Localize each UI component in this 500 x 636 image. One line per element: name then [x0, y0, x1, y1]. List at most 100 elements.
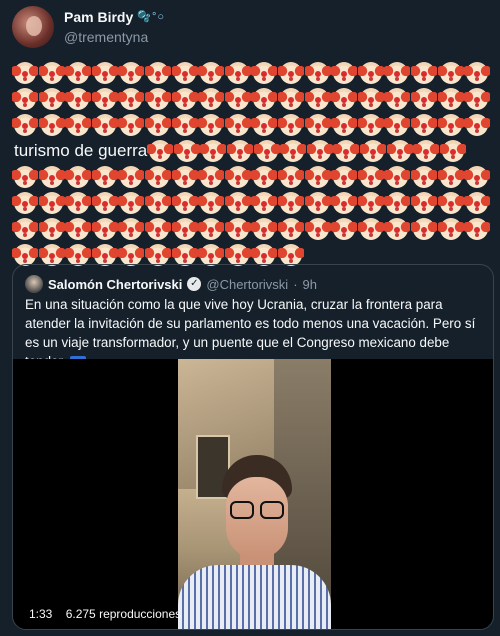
clown-face-icon	[118, 114, 145, 136]
clown-face-icon	[38, 192, 65, 214]
clown-face-icon	[65, 88, 92, 110]
clown-face-icon	[357, 192, 384, 214]
clown-face-icon	[12, 62, 38, 84]
clown-face-icon	[410, 192, 437, 214]
clown-face-icon	[171, 166, 198, 188]
clown-face-icon	[359, 140, 386, 162]
clown-face-icon	[384, 114, 411, 136]
quoted-tweet-time[interactable]: 9h	[303, 277, 317, 292]
clown-face-icon	[38, 166, 65, 188]
clown-face-icon	[304, 114, 331, 136]
clown-face-icon	[277, 88, 304, 110]
clown-face-icon	[171, 88, 198, 110]
clown-face-icon	[38, 114, 65, 136]
meta-separator: ·	[293, 276, 298, 292]
clown-face-icon	[384, 218, 411, 240]
author-display-name[interactable]: Pam Birdy	[64, 7, 133, 27]
emoji-row	[12, 216, 491, 242]
clown-face-icon	[65, 62, 92, 84]
clown-face-icon	[464, 192, 491, 214]
clown-face-icon	[437, 114, 464, 136]
quoted-tweet[interactable]: Salomón Chertorivski ✓ @Chertorivski · 9…	[12, 264, 494, 630]
clown-face-icon	[38, 218, 65, 240]
clown-face-icon	[12, 192, 38, 214]
clown-face-icon	[251, 166, 278, 188]
clown-face-icon	[277, 244, 304, 266]
clown-face-icon	[91, 88, 118, 110]
clown-face-icon	[171, 244, 198, 266]
clown-face-icon	[12, 166, 38, 188]
clown-face-icon	[251, 114, 278, 136]
emoji-row	[12, 112, 491, 138]
author-handle[interactable]: @trementyna	[64, 27, 165, 47]
clown-face-icon	[91, 244, 118, 266]
clown-face-icon	[198, 88, 225, 110]
clown-face-icon	[410, 114, 437, 136]
quoted-tweet-header: Salomón Chertorivski ✓ @Chertorivski · 9…	[25, 275, 317, 293]
clown-face-icon	[198, 192, 225, 214]
clown-face-icon	[91, 192, 118, 214]
clown-face-icon	[410, 88, 437, 110]
clown-face-icon	[437, 88, 464, 110]
clown-face-icon	[464, 166, 491, 188]
clown-face-icon	[277, 192, 304, 214]
clown-face-icon	[171, 62, 198, 84]
emoji-row: turismo de guerra	[14, 138, 490, 164]
clown-face-icon	[384, 62, 411, 84]
clown-face-icon	[251, 218, 278, 240]
glasses-lens-left	[230, 501, 254, 519]
clown-face-icon	[304, 88, 331, 110]
clown-face-icon	[224, 62, 251, 84]
clown-face-icon	[38, 244, 65, 266]
clown-face-icon	[91, 218, 118, 240]
clown-face-icon	[224, 114, 251, 136]
clown-face-icon	[357, 62, 384, 84]
clown-face-icon	[118, 218, 145, 240]
clown-face-icon	[224, 192, 251, 214]
clown-face-icon	[437, 192, 464, 214]
clown-face-icon	[12, 244, 38, 266]
clown-face-icon	[304, 166, 331, 188]
clown-face-icon	[277, 218, 304, 240]
clown-face-icon	[413, 140, 440, 162]
clown-face-icon	[118, 244, 145, 266]
clown-face-icon	[357, 218, 384, 240]
verified-badge-icon: ✓	[187, 277, 202, 291]
video-views: 6.275 reproducciones	[65, 607, 182, 621]
emoji-row	[12, 164, 491, 190]
clown-face-icon	[171, 114, 198, 136]
quoted-author-avatar[interactable]	[25, 275, 43, 293]
author-avatar[interactable]	[12, 6, 54, 48]
tweet-header: Pam Birdy 🫧°○ @trementyna	[12, 6, 165, 48]
clown-face-icon	[464, 114, 491, 136]
emoji-row	[12, 60, 491, 86]
clown-face-icon	[147, 140, 174, 162]
video-stats: 1:33 6.275 reproducciones	[29, 607, 181, 621]
clown-face-icon	[280, 140, 307, 162]
clown-face-icon	[437, 62, 464, 84]
clown-face-icon	[118, 88, 145, 110]
clown-face-icon	[277, 114, 304, 136]
clown-face-icon	[118, 192, 145, 214]
person-shirt	[178, 565, 331, 629]
clown-face-icon	[410, 218, 437, 240]
clown-face-icon	[38, 62, 65, 84]
clown-face-icon	[173, 140, 200, 162]
clown-face-icon	[171, 192, 198, 214]
quoted-author-handle[interactable]: @Chertorivski	[206, 277, 288, 292]
clown-face-icon	[198, 218, 225, 240]
clown-face-icon	[331, 114, 358, 136]
clown-face-icon	[91, 114, 118, 136]
clown-face-icon	[251, 88, 278, 110]
clown-face-icon	[251, 192, 278, 214]
quoted-author-name[interactable]: Salomón Chertorivski	[48, 277, 182, 292]
clown-face-icon	[464, 218, 491, 240]
clown-face-icon	[65, 218, 92, 240]
clown-face-icon	[277, 62, 304, 84]
author-name-row: Pam Birdy 🫧°○	[64, 7, 165, 27]
clown-face-icon	[386, 140, 413, 162]
video-player[interactable]: 1:33 6.275 reproducciones	[13, 359, 493, 629]
clown-face-icon	[331, 62, 358, 84]
clown-face-icon	[144, 88, 171, 110]
tweet-inline-text: turismo de guerra	[14, 141, 148, 160]
